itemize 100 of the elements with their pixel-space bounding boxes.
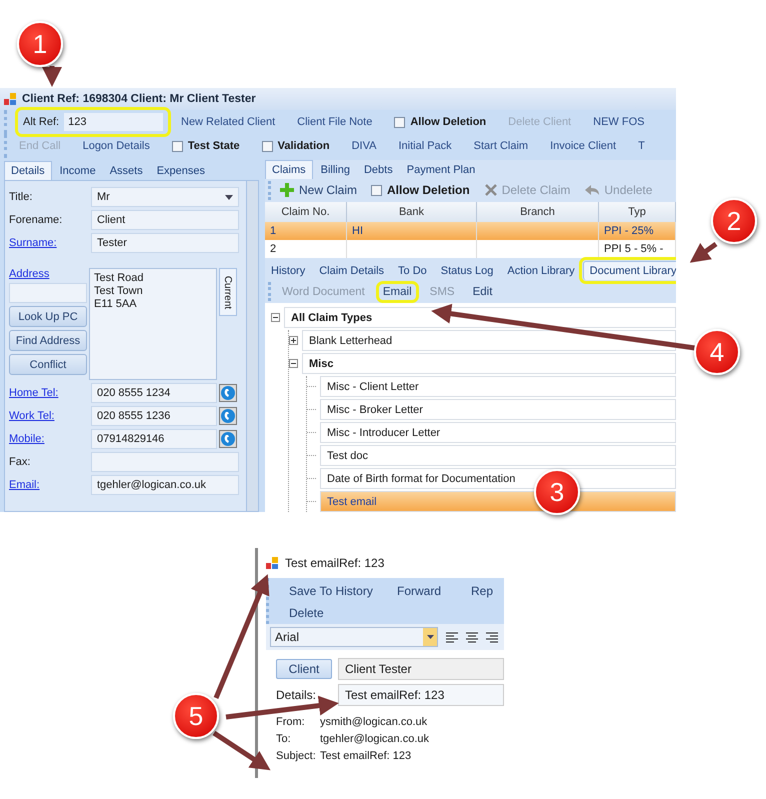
column-header[interactable]: Bank bbox=[347, 202, 477, 222]
font-dropdown[interactable]: Arial bbox=[270, 627, 438, 647]
field-label: Details: bbox=[276, 688, 318, 702]
tree-item[interactable]: Blank Letterhead bbox=[302, 330, 676, 351]
input-field[interactable]: 020 8555 1236 bbox=[91, 406, 217, 426]
toolbar-link[interactable]: Initial Pack bbox=[398, 140, 452, 152]
phone-icon[interactable] bbox=[219, 384, 237, 402]
client-field[interactable]: Client Tester bbox=[338, 658, 504, 680]
tab[interactable]: Assets bbox=[104, 162, 149, 180]
toolbar-link[interactable]: NEW FOS bbox=[593, 116, 644, 128]
tab[interactable]: Current bbox=[219, 268, 237, 316]
callout-badge: 2 bbox=[711, 198, 757, 244]
tab[interactable]: Claim Details bbox=[313, 262, 390, 280]
callout-badge: 1 bbox=[17, 21, 63, 67]
toolbar-button[interactable]: Delete bbox=[289, 606, 397, 620]
table-cell: PPI - 25% bbox=[599, 222, 676, 240]
field-label[interactable]: Mobile: bbox=[9, 433, 85, 445]
tree-item[interactable]: Misc - Broker Letter bbox=[320, 399, 676, 420]
column-header[interactable]: Claim No. bbox=[265, 202, 347, 222]
callout-badge: 4 bbox=[694, 329, 740, 375]
tree-item[interactable]: Misc - Client Letter bbox=[320, 376, 676, 397]
field-label[interactable]: Address bbox=[9, 268, 85, 280]
address-button[interactable]: Find Address bbox=[9, 330, 87, 351]
toolbar-link[interactable]: Invoice Client bbox=[550, 140, 616, 152]
arrow bbox=[42, 66, 62, 87]
postcode-field[interactable] bbox=[9, 283, 87, 303]
toolbar-link[interactable]: Client File Note bbox=[297, 116, 372, 128]
header-label: Subject: bbox=[276, 749, 317, 764]
table-cell: 2 bbox=[265, 240, 347, 258]
field-label: Alt Ref: bbox=[23, 116, 60, 128]
toolbar-button[interactable]: Edit bbox=[470, 284, 496, 299]
toolbar-button[interactable]: Forward bbox=[397, 584, 471, 598]
align-left-icon[interactable] bbox=[446, 632, 458, 642]
tab[interactable]: Action Library bbox=[501, 262, 581, 280]
details-field[interactable]: Test emailRef: 123 bbox=[338, 684, 504, 706]
field-label[interactable]: Surname: bbox=[9, 237, 85, 249]
tree-item[interactable]: All Claim Types bbox=[284, 307, 676, 328]
address-field[interactable]: Test Road Test Town E11 5AA bbox=[89, 268, 217, 380]
tab[interactable]: Income bbox=[54, 162, 102, 180]
undo-icon bbox=[584, 184, 600, 196]
tree-item[interactable]: Misc bbox=[302, 353, 676, 374]
field-label[interactable]: Work Tel: bbox=[9, 410, 85, 422]
tab[interactable]: Expenses bbox=[150, 162, 212, 180]
checkbox[interactable]: Allow Deletion bbox=[371, 183, 470, 198]
client-button[interactable]: Client bbox=[276, 659, 332, 679]
checkbox[interactable]: Test State bbox=[172, 140, 240, 152]
tab[interactable]: Payment Plan bbox=[400, 161, 482, 179]
collapse-icon[interactable] bbox=[289, 359, 298, 368]
title-dropdown[interactable]: Mr bbox=[91, 187, 239, 207]
toolbar-button[interactable]: Rep bbox=[471, 584, 501, 598]
input-field[interactable]: Tester bbox=[91, 233, 239, 253]
column-header[interactable]: Typ bbox=[599, 202, 676, 222]
callout-badge: 5 bbox=[173, 693, 219, 739]
phone-icon[interactable] bbox=[219, 407, 237, 425]
input-field[interactable] bbox=[91, 452, 239, 472]
input-field[interactable]: Client bbox=[91, 210, 239, 230]
field-label: Title: bbox=[9, 191, 34, 203]
arrow bbox=[212, 730, 271, 770]
checkbox[interactable]: Allow Deletion bbox=[394, 116, 486, 128]
expand-icon[interactable] bbox=[289, 336, 298, 345]
tab[interactable]: Billing bbox=[314, 161, 356, 179]
scrollbar[interactable] bbox=[246, 181, 258, 511]
header-value: Test emailRef: 123 bbox=[320, 749, 412, 764]
field-label: Fax: bbox=[9, 456, 32, 468]
column-header[interactable]: Branch bbox=[477, 202, 599, 222]
app-icon bbox=[4, 92, 17, 106]
tab[interactable]: Details bbox=[4, 161, 52, 180]
align-center-icon[interactable] bbox=[466, 632, 478, 642]
align-right-icon[interactable] bbox=[486, 632, 498, 642]
phone-icon[interactable] bbox=[219, 430, 237, 448]
alt-ref-field[interactable]: 123 bbox=[64, 113, 163, 131]
dropdown-arrow-icon[interactable] bbox=[225, 194, 233, 200]
header-value: tgehler@logican.co.uk bbox=[320, 732, 430, 747]
tab[interactable]: History bbox=[265, 262, 312, 280]
field-label[interactable]: Home Tel: bbox=[9, 387, 85, 399]
header-label: From: bbox=[276, 715, 306, 730]
tab[interactable]: Debts bbox=[358, 161, 399, 179]
address-button[interactable]: Conflict bbox=[9, 354, 87, 375]
app-icon bbox=[266, 556, 279, 570]
field-label[interactable]: Email: bbox=[9, 479, 85, 491]
toolbar-link[interactable]: Start Claim bbox=[474, 140, 528, 152]
field-label: Forename: bbox=[9, 214, 64, 226]
tab[interactable]: To Do bbox=[392, 262, 433, 280]
toolbar-link[interactable]: T bbox=[638, 140, 645, 152]
tab[interactable]: Status Log bbox=[434, 262, 500, 280]
address-button[interactable]: Look Up PC bbox=[9, 306, 87, 327]
input-field[interactable]: 07914829146 bbox=[91, 429, 217, 449]
checkbox[interactable]: Validation bbox=[262, 140, 330, 152]
tree-item[interactable]: Misc - Introducer Letter bbox=[320, 422, 676, 443]
tab[interactable]: Claims bbox=[265, 160, 313, 179]
input-field[interactable]: 020 8555 1234 bbox=[91, 383, 217, 403]
tree-item[interactable]: Test doc bbox=[320, 445, 676, 466]
toolbar-button[interactable]: Save To History bbox=[289, 584, 397, 598]
collapse-icon[interactable] bbox=[271, 313, 280, 322]
toolbar-link[interactable]: New Related Client bbox=[181, 116, 276, 128]
new-claim-button[interactable]: New Claim bbox=[279, 182, 358, 198]
toolbar-link[interactable]: Logon Details bbox=[82, 140, 150, 152]
input-field[interactable]: tgehler@logican.co.uk bbox=[91, 475, 239, 495]
toolbar-link[interactable]: DIVA bbox=[352, 140, 376, 152]
dropdown-arrow-icon[interactable] bbox=[426, 635, 434, 639]
